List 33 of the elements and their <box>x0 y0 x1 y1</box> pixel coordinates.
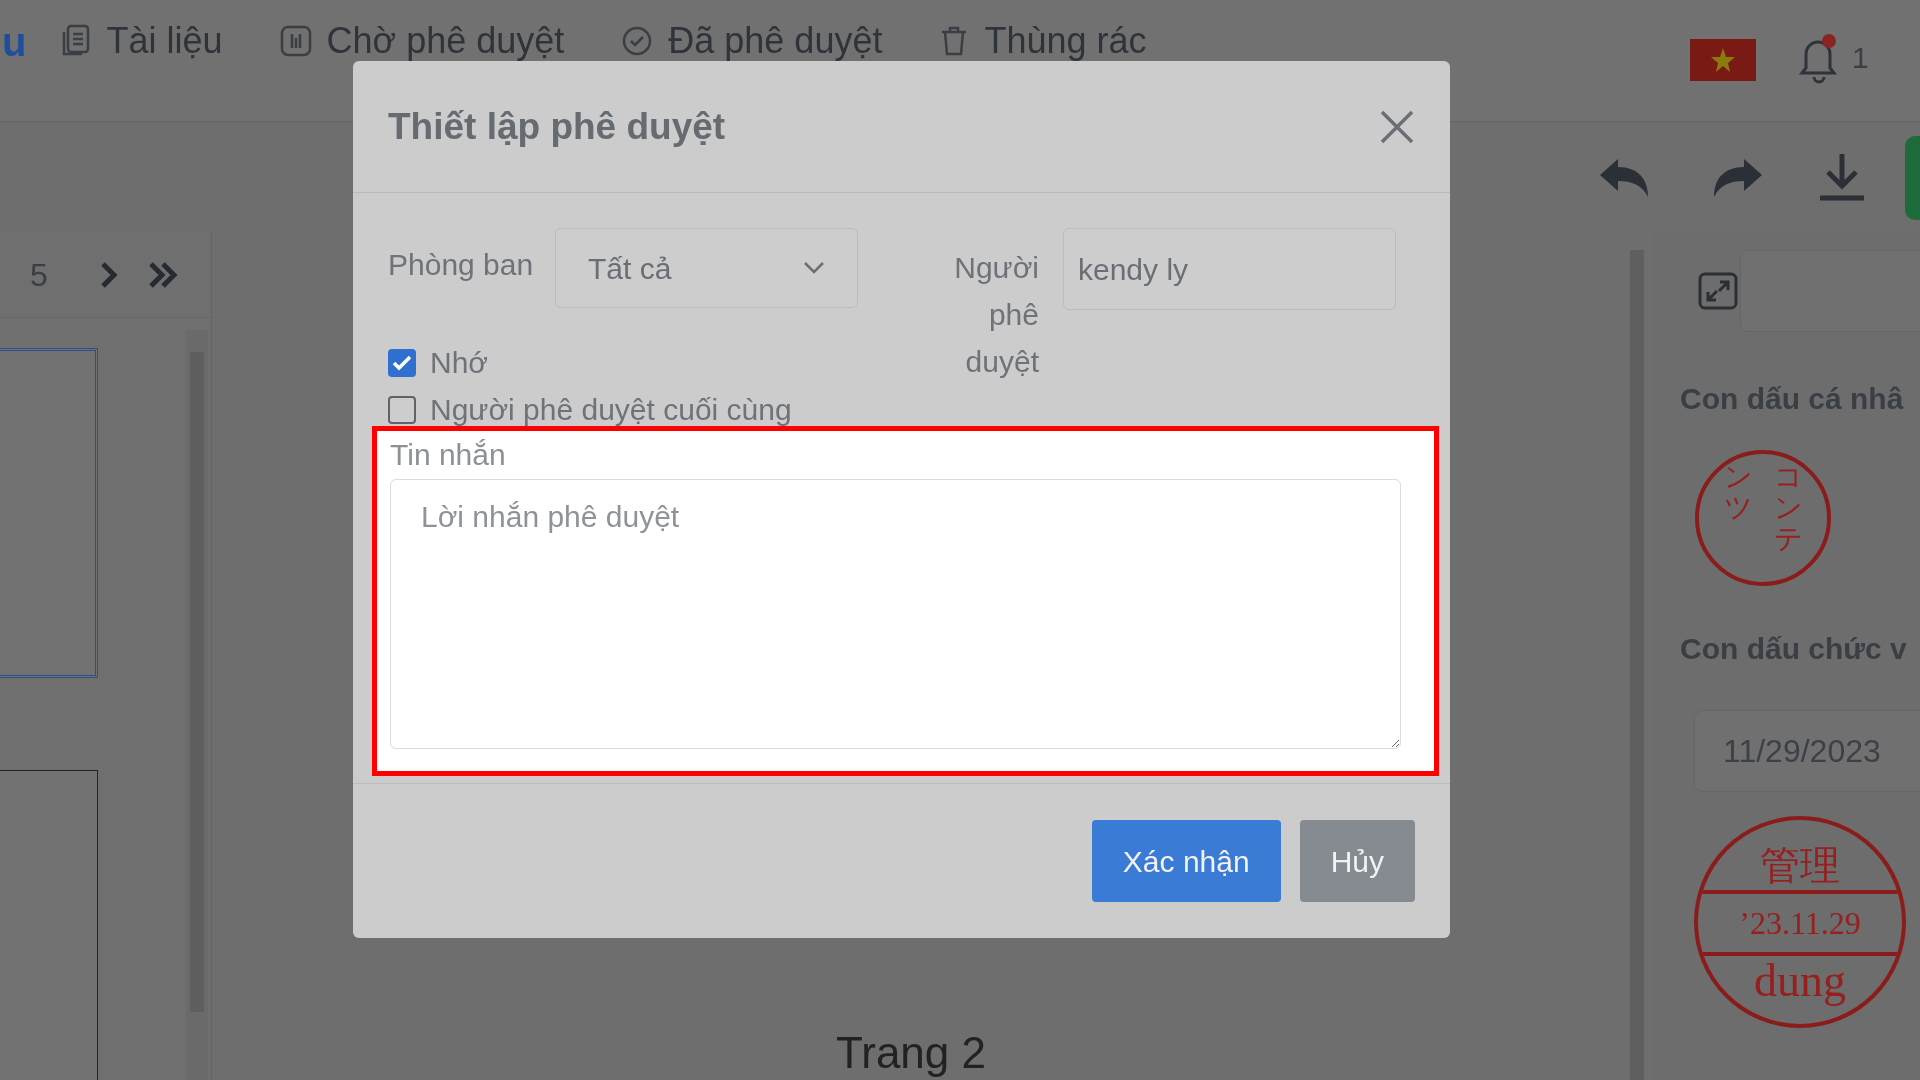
checkbox[interactable] <box>388 348 416 377</box>
stamp-text: 管理 <box>1759 841 1841 890</box>
stamp-text: ’23.11.29 <box>1698 890 1902 956</box>
department-select[interactable]: Tất cả <box>555 228 858 308</box>
confirm-button[interactable]: Xác nhận <box>1091 820 1281 902</box>
nav-link[interactable]: Tài liệu <box>60 22 223 60</box>
close-icon[interactable] <box>1379 108 1415 145</box>
page-thumbnail[interactable] <box>0 770 98 1080</box>
message-input[interactable]: Lời nhắn phê duyệt <box>390 479 1401 749</box>
chevron-down-icon <box>803 261 825 275</box>
nav-link[interactable]: Thùng rác <box>938 22 1147 60</box>
approver-field[interactable]: kendy ly <box>1063 228 1396 310</box>
page-label: Trang 2 <box>836 1030 986 1076</box>
brand-text: u <box>2 22 27 62</box>
stamp-text: dung <box>1753 956 1847 1008</box>
chevron-right-icon[interactable] <box>99 260 118 289</box>
field-label: Phòng ban <box>388 247 534 283</box>
cancel-button[interactable]: Hủy <box>1299 820 1415 902</box>
flag-icon[interactable] <box>1690 39 1756 81</box>
notification-count: 1 <box>1852 42 1869 74</box>
stamp-text: コンテ <box>1774 462 1802 557</box>
checkbox-option[interactable]: Người phê duyệt cuối cùng <box>388 387 792 432</box>
nav-link[interactable]: Đã phê duyệt <box>620 22 883 60</box>
field-label: Tin nhắn <box>390 437 506 473</box>
dialog-title: Thiết lập phê duyệt <box>388 104 726 149</box>
double-chevron-right-icon[interactable] <box>147 260 178 289</box>
nav-link[interactable]: Chờ phê duyệt <box>278 22 565 60</box>
expand-icon[interactable] <box>1698 272 1738 310</box>
field-label: Người phê duyệt <box>953 250 1039 380</box>
checkbox[interactable] <box>388 395 416 424</box>
checkbox-option[interactable]: Nhớ <box>388 340 489 385</box>
stamp-text: ンツ <box>1724 462 1752 526</box>
page-thumbnail[interactable] <box>0 348 98 678</box>
